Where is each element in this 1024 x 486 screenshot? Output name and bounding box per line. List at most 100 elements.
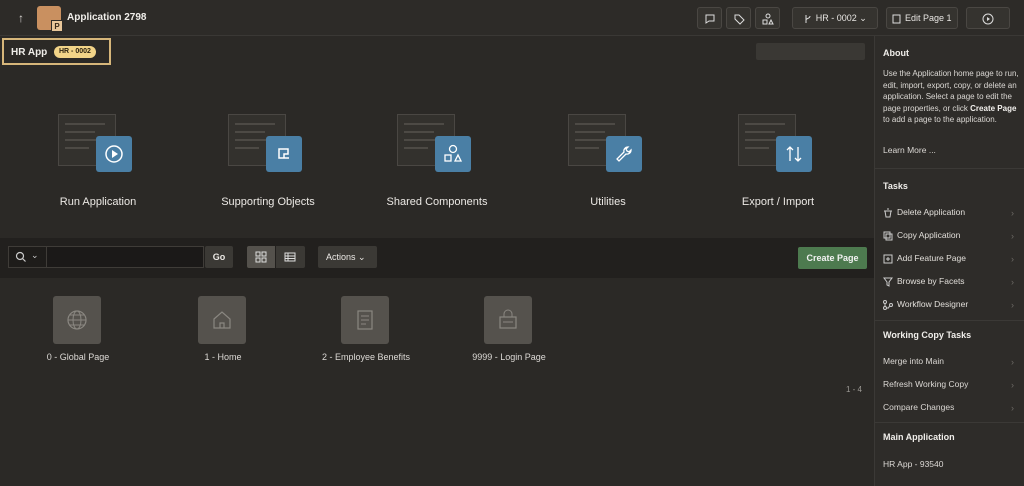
create-page-button[interactable]: Create Page [798, 247, 867, 269]
chevron-down-icon: ⌄ [859, 13, 867, 23]
run-page-button[interactable] [966, 7, 1010, 29]
app-name: HR App [11, 47, 48, 58]
add-page-icon [883, 254, 893, 264]
chevron-right-icon: › [1011, 380, 1014, 390]
tile-label: Export / Import [741, 196, 815, 208]
tile-label: Utilities [590, 196, 626, 208]
chevron-right-icon: › [1011, 403, 1014, 413]
page-label: 9999 - Login Page [472, 352, 546, 362]
tile-export-import[interactable]: Export / Import [708, 110, 848, 215]
tag-icon [734, 14, 745, 25]
edit-page-label: Edit Page 1 [904, 13, 952, 23]
tile-label: Run Application [59, 196, 137, 208]
table-icon [284, 252, 296, 262]
search-box: ⌄ [8, 246, 204, 268]
page-label: 2 - Employee Benefits [321, 352, 411, 362]
divider [875, 422, 1024, 423]
branch-icon [805, 14, 811, 23]
supporting-objects-icon [266, 136, 302, 172]
search-input[interactable] [47, 247, 203, 267]
tile-utilities[interactable]: Utilities [538, 110, 678, 215]
task-copy-application[interactable]: Copy Application [883, 230, 960, 241]
tile-label: Shared Components [386, 196, 488, 208]
chevron-down-icon: ⌄ [31, 250, 39, 260]
app-name-tag: HR App HR - 0002 [2, 38, 111, 65]
form-icon [341, 296, 389, 344]
divider [875, 168, 1024, 169]
play-icon [982, 13, 994, 25]
chevron-right-icon: › [1011, 300, 1014, 310]
working-copy-badge: HR - 0002 [54, 46, 96, 58]
working-copy-heading: Working Copy Tasks [883, 330, 972, 340]
tile-supporting-objects[interactable]: Supporting Objects [198, 110, 338, 215]
grid-view-button[interactable] [247, 246, 275, 268]
page-label: 0 - Global Page [46, 352, 110, 362]
wrench-icon [606, 136, 642, 172]
task-delete-application[interactable]: Delete Application [883, 207, 965, 218]
tasks-heading: Tasks [883, 181, 908, 191]
comment-icon [705, 14, 714, 24]
learn-more-link[interactable]: Learn More ... [883, 145, 936, 155]
go-button[interactable]: Go [205, 246, 233, 268]
chevron-right-icon: › [1011, 277, 1014, 287]
play-icon [96, 136, 132, 172]
search-options-button[interactable]: ⌄ [9, 247, 47, 267]
page-card-login[interactable]: 9999 - Login Page [444, 296, 574, 366]
refresh-working-copy-link[interactable]: Refresh Working Copy [883, 379, 968, 389]
tile-shared-components[interactable]: Shared Components [367, 110, 507, 215]
filter-icon [883, 277, 893, 287]
chevron-right-icon: › [1011, 231, 1014, 241]
pages-toolbar: ⌄ Go Actions ⌄ Create Page [0, 238, 874, 278]
comments-button[interactable] [697, 7, 722, 29]
page-card-global[interactable]: 0 - Global Page [13, 296, 143, 366]
main-application-heading: Main Application [883, 432, 955, 442]
page-card-employee-benefits[interactable]: 2 - Employee Benefits [301, 296, 431, 366]
app-icon: P [37, 6, 63, 32]
top-bar: ↑ P Application 2798 HR - 0002 ⌄ Edit Pa… [0, 0, 1024, 36]
tile-label: Supporting Objects [221, 196, 315, 208]
merge-into-main-link[interactable]: Merge into Main [883, 356, 944, 366]
main-application-link[interactable]: HR App - 93540 [883, 459, 943, 469]
tag-button[interactable] [726, 7, 751, 29]
shapes-icon [435, 136, 471, 172]
chevron-down-icon: ⌄ [358, 252, 366, 262]
actions-menu-button[interactable]: Actions ⌄ [318, 246, 377, 268]
task-workflow-designer[interactable]: Workflow Designer [883, 299, 968, 310]
search-icon [15, 251, 26, 262]
app-title: Application 2798 [67, 12, 147, 23]
shared-components-button[interactable] [755, 7, 780, 29]
grid-icon [255, 251, 267, 263]
workflow-icon [883, 299, 893, 310]
edit-page-button[interactable]: Edit Page 1 [886, 7, 958, 29]
home-icon [198, 296, 246, 344]
export-import-icon [776, 136, 812, 172]
chevron-right-icon: › [1011, 357, 1014, 367]
app-icon-letter: P [51, 20, 63, 32]
branch-selector[interactable]: HR - 0002 ⌄ [792, 7, 878, 29]
compare-changes-link[interactable]: Compare Changes [883, 402, 954, 412]
chevron-right-icon: › [1011, 208, 1014, 218]
actions-label: Actions [326, 252, 356, 262]
about-text: Use the Application home page to run, ed… [883, 69, 1019, 124]
view-toggle [247, 246, 305, 268]
task-add-feature-page[interactable]: Add Feature Page [883, 253, 966, 264]
branch-label: HR - 0002 [815, 13, 857, 23]
shapes-icon [762, 13, 774, 25]
divider [875, 320, 1024, 321]
page-label: 1 - Home [204, 352, 242, 362]
pagination: 1 - 4 [846, 385, 863, 394]
globe-icon [53, 296, 101, 344]
task-browse-by-facets[interactable]: Browse by Facets [883, 276, 965, 287]
about-heading: About [883, 48, 909, 58]
chevron-right-icon: › [1011, 254, 1014, 264]
page-card-home[interactable]: 1 - Home [158, 296, 288, 366]
report-view-button[interactable] [276, 246, 305, 268]
trash-icon [884, 208, 892, 218]
up-arrow-icon[interactable]: ↑ [12, 9, 30, 27]
edit-application-definition-button[interactable] [756, 43, 865, 60]
tile-run-application[interactable]: Run Application [28, 110, 168, 215]
edit-page-icon [892, 14, 901, 24]
login-icon [484, 296, 532, 344]
right-sidebar: About Use the Application home page to r… [874, 36, 1024, 486]
copy-icon [883, 231, 893, 241]
